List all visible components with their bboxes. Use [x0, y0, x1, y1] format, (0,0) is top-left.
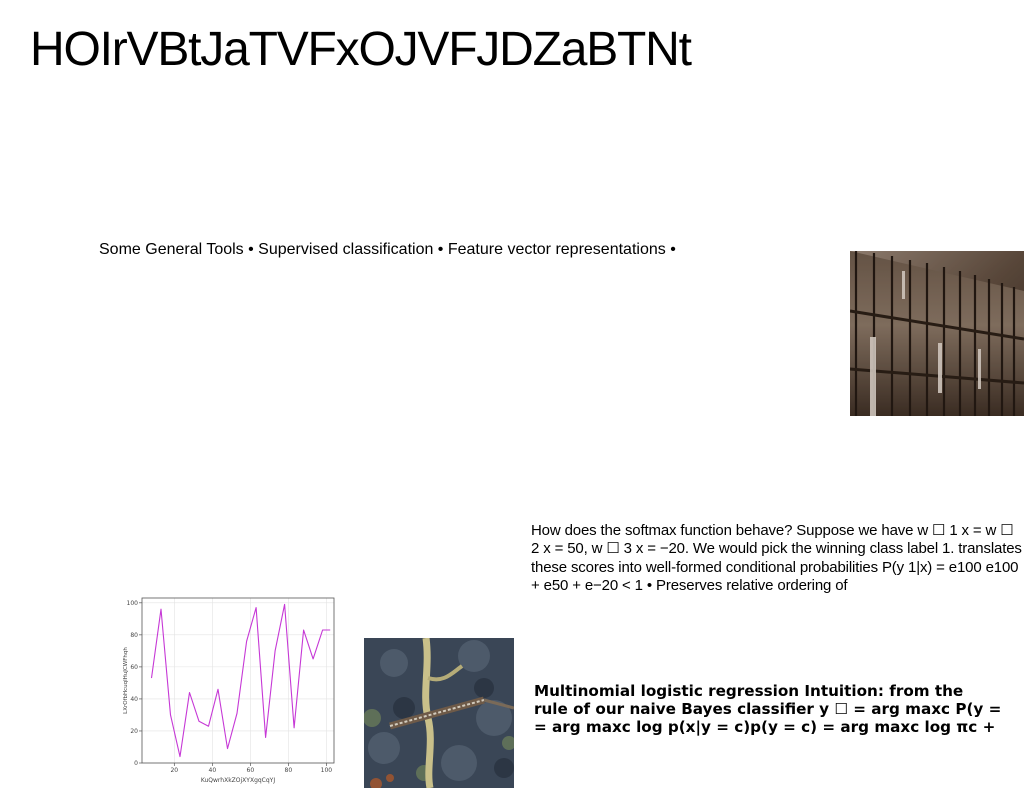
tools-line: Some General Tools • Supervised classifi…: [99, 241, 676, 258]
aerial-photo: [364, 638, 514, 788]
x-tick-label: 60: [247, 767, 255, 774]
building-photo: [850, 251, 1024, 416]
x-tick-label: 40: [209, 767, 217, 774]
series-line: [150, 603, 331, 758]
y-tick-label: 60: [130, 664, 138, 671]
y-axis-label: LXrOfbHcuqlHuJCWFhqh: [123, 647, 129, 714]
x-axis-label: KuQwrhXkZOjXYXgqCqYJ: [201, 777, 275, 784]
y-tick-label: 20: [130, 728, 138, 735]
x-tick-label: 80: [285, 767, 293, 774]
y-tick-label: 0: [134, 760, 138, 767]
y-tick-label: 80: [130, 632, 138, 639]
x-tick-label: 20: [170, 767, 178, 774]
mlr-line-2: rule of our naive Bayes classifier y ☐ =…: [534, 700, 1002, 719]
y-tick-label: 40: [130, 696, 138, 703]
mlr-paragraph: Multinomial logistic regression Intuitio…: [534, 682, 1024, 740]
mlr-line-1: Multinomial logistic regression Intuitio…: [534, 682, 964, 700]
page-title: HOIrVBtJaTVFxOJVFJDZaBTNt: [30, 23, 692, 76]
x-tick-label: 100: [321, 767, 333, 774]
softmax-paragraph: How does the softmax function behave? Su…: [531, 522, 1022, 594]
y-tick-label: 100: [127, 600, 139, 607]
plot-frame: [141, 597, 335, 764]
chart: 20 40 60 80 100 0 20 40 60 80 100 KuQwrhXkZOjXYXgqC…: [118, 595, 340, 787]
mlr-line-3: = arg maxc log p(x|y = c)p(y = c) = arg …: [534, 718, 996, 737]
